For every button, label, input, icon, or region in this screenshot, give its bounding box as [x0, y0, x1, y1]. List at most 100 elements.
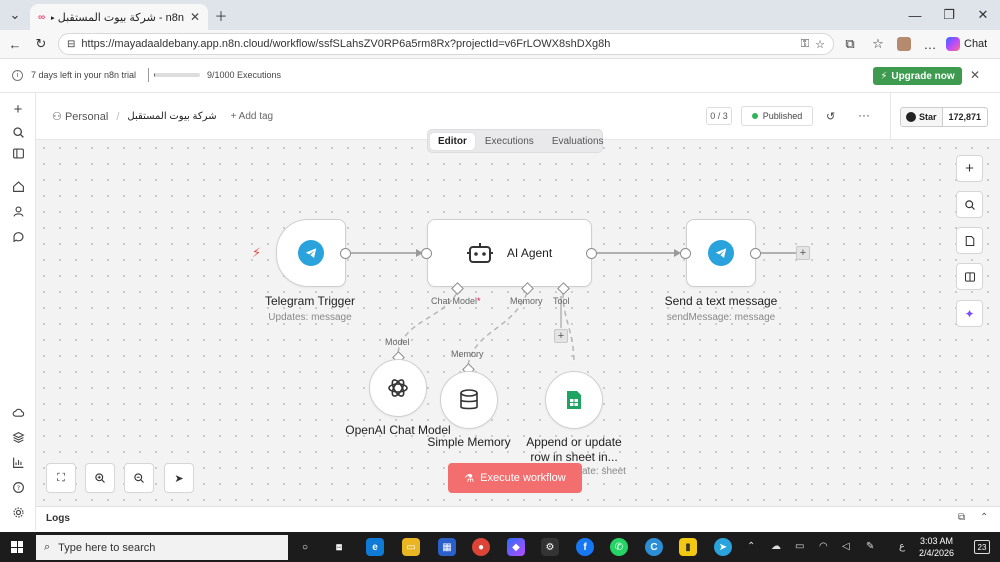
- search-nodes-button[interactable]: [956, 191, 983, 218]
- profile-avatar[interactable]: [896, 36, 912, 52]
- chrome-icon[interactable]: ●: [472, 538, 490, 556]
- address-bar[interactable]: ⊟ https://mayadaaldebany.app.n8n.cloud/w…: [58, 33, 834, 55]
- upgrade-button[interactable]: ⚡ Upgrade now: [873, 67, 962, 85]
- whatsapp-icon[interactable]: ✆: [610, 538, 628, 556]
- github-star-button[interactable]: Star 172,871: [900, 107, 988, 127]
- facebook-icon[interactable]: f: [576, 538, 594, 556]
- close-window-icon[interactable]: ✕: [974, 6, 992, 24]
- copilot-app-icon[interactable]: ◆: [507, 538, 525, 556]
- project-link[interactable]: ⚇ Personal: [52, 110, 108, 123]
- battery-icon[interactable]: ▭: [795, 541, 804, 552]
- cloud-icon[interactable]: [9, 403, 27, 421]
- settings-gear-icon[interactable]: [9, 503, 27, 521]
- more-options-icon[interactable]: ···: [858, 108, 870, 122]
- tray-chevron-icon[interactable]: ⌃: [747, 541, 755, 552]
- tab-evaluations[interactable]: Evaluations: [544, 133, 612, 150]
- canva-icon[interactable]: C: [645, 538, 663, 556]
- user-icon[interactable]: [9, 202, 27, 220]
- copilot-chat-button[interactable]: Chat: [946, 34, 994, 54]
- file-explorer-icon[interactable]: ▭: [402, 538, 420, 556]
- system-clock[interactable]: 3:03 AM 2/4/2026: [919, 535, 954, 559]
- windows-start-icon[interactable]: [11, 541, 23, 553]
- close-banner-icon[interactable]: ✕: [970, 68, 980, 82]
- node-ai-agent[interactable]: AI Agent: [427, 219, 592, 287]
- popout-icon[interactable]: ⧉: [958, 512, 965, 523]
- node-title: Send a text message: [664, 294, 778, 308]
- workflow-name[interactable]: شركة بيوت المستقبل: [127, 111, 216, 122]
- node-google-sheets[interactable]: [545, 371, 603, 429]
- taskbar-search[interactable]: ⌕ Type here to search: [36, 535, 288, 560]
- zoom-in-button[interactable]: [85, 463, 115, 493]
- ai-assistant-button[interactable]: ✦: [956, 300, 983, 327]
- add-tag-button[interactable]: + Add tag: [231, 111, 274, 122]
- onedrive-icon[interactable]: ☁: [771, 541, 781, 552]
- published-button[interactable]: Published: [741, 106, 813, 126]
- tab-list-icon[interactable]: ⌄: [6, 6, 24, 24]
- search-icon: ⌕: [44, 541, 51, 553]
- node-title: Append or update: [526, 435, 622, 449]
- close-tab-icon[interactable]: ✕: [190, 10, 200, 24]
- input-language[interactable]: ع: [899, 541, 905, 552]
- node-telegram-trigger[interactable]: [276, 219, 346, 287]
- node-simple-memory[interactable]: [440, 371, 498, 429]
- breadcrumb-separator: /: [116, 110, 120, 123]
- sticky-note-button[interactable]: [956, 227, 983, 254]
- input-port[interactable]: [421, 248, 432, 259]
- home-icon[interactable]: [9, 177, 27, 195]
- browser-menu-icon[interactable]: …: [922, 36, 938, 52]
- back-icon[interactable]: ←: [7, 36, 23, 52]
- browser-tab[interactable]: ∞ n8n - شركة بيوت المستقبل ▶ ✕: [30, 4, 208, 30]
- input-port[interactable]: [680, 248, 691, 259]
- search-icon[interactable]: [9, 123, 27, 141]
- minimize-icon[interactable]: —: [906, 6, 924, 24]
- maximize-icon[interactable]: ❐: [940, 6, 958, 24]
- add-node-panel-button[interactable]: +: [956, 155, 983, 182]
- sidebar-toggle-icon[interactable]: [9, 144, 27, 162]
- task-view-icon[interactable]: ⧈: [330, 538, 348, 556]
- zoom-out-button[interactable]: [124, 463, 154, 493]
- tab-editor[interactable]: Editor: [430, 132, 475, 150]
- pen-icon[interactable]: ✎: [866, 541, 874, 552]
- output-port[interactable]: [586, 248, 597, 259]
- node-send-text-message[interactable]: [686, 219, 756, 287]
- trigger-bolt-icon: ⚡: [252, 245, 262, 260]
- tidy-up-button[interactable]: ➤: [164, 463, 194, 493]
- chat-icon[interactable]: [9, 227, 27, 245]
- execute-workflow-button[interactable]: ⚗ Execute workflow: [448, 463, 582, 493]
- add-icon[interactable]: +: [9, 100, 27, 118]
- reload-icon[interactable]: ↻: [33, 36, 49, 52]
- add-node-button[interactable]: +: [796, 246, 810, 260]
- add-tool-button[interactable]: +: [554, 329, 568, 343]
- openai-icon: [388, 379, 408, 397]
- node-openai-chat-model[interactable]: [369, 359, 427, 417]
- output-port[interactable]: [750, 248, 761, 259]
- panel-toggle-button[interactable]: [956, 263, 983, 290]
- extensions-icon[interactable]: ⧉: [842, 36, 858, 52]
- tab-executions[interactable]: Executions: [477, 133, 542, 150]
- store-icon[interactable]: ▦: [438, 538, 456, 556]
- wifi-icon[interactable]: ◠: [819, 541, 828, 552]
- site-info-icon[interactable]: ⊟: [67, 39, 75, 50]
- key-icon[interactable]: ⚿: [801, 38, 809, 51]
- telegram-app-icon[interactable]: ➤: [714, 538, 732, 556]
- logs-panel-bar[interactable]: Logs ⧉ ⌃: [36, 506, 1000, 530]
- model-connection-label: Model: [385, 337, 410, 347]
- favorites-icon[interactable]: ☆: [870, 36, 886, 52]
- output-port[interactable]: [340, 248, 351, 259]
- templates-icon[interactable]: [9, 428, 27, 446]
- cortana-icon[interactable]: ○: [296, 538, 314, 556]
- powerbi-icon[interactable]: ▮: [679, 538, 697, 556]
- history-icon[interactable]: ↺: [826, 110, 835, 123]
- edge-icon[interactable]: e: [366, 538, 384, 556]
- favorite-star-icon[interactable]: ☆: [815, 38, 825, 51]
- insights-icon[interactable]: [9, 453, 27, 471]
- chatgpt-icon[interactable]: ⚙: [541, 538, 559, 556]
- new-tab-icon[interactable]: ＋: [212, 6, 230, 24]
- collapse-icon[interactable]: ⌃: [980, 512, 988, 523]
- volume-icon[interactable]: ◁: [842, 541, 850, 552]
- fit-view-button[interactable]: ⛶: [46, 463, 76, 493]
- notification-badge[interactable]: 23: [974, 540, 990, 554]
- node-subtitle: Updates: message: [268, 312, 352, 323]
- node-title-line2: row in sheet in...: [530, 450, 618, 464]
- help-icon[interactable]: ?: [9, 478, 27, 496]
